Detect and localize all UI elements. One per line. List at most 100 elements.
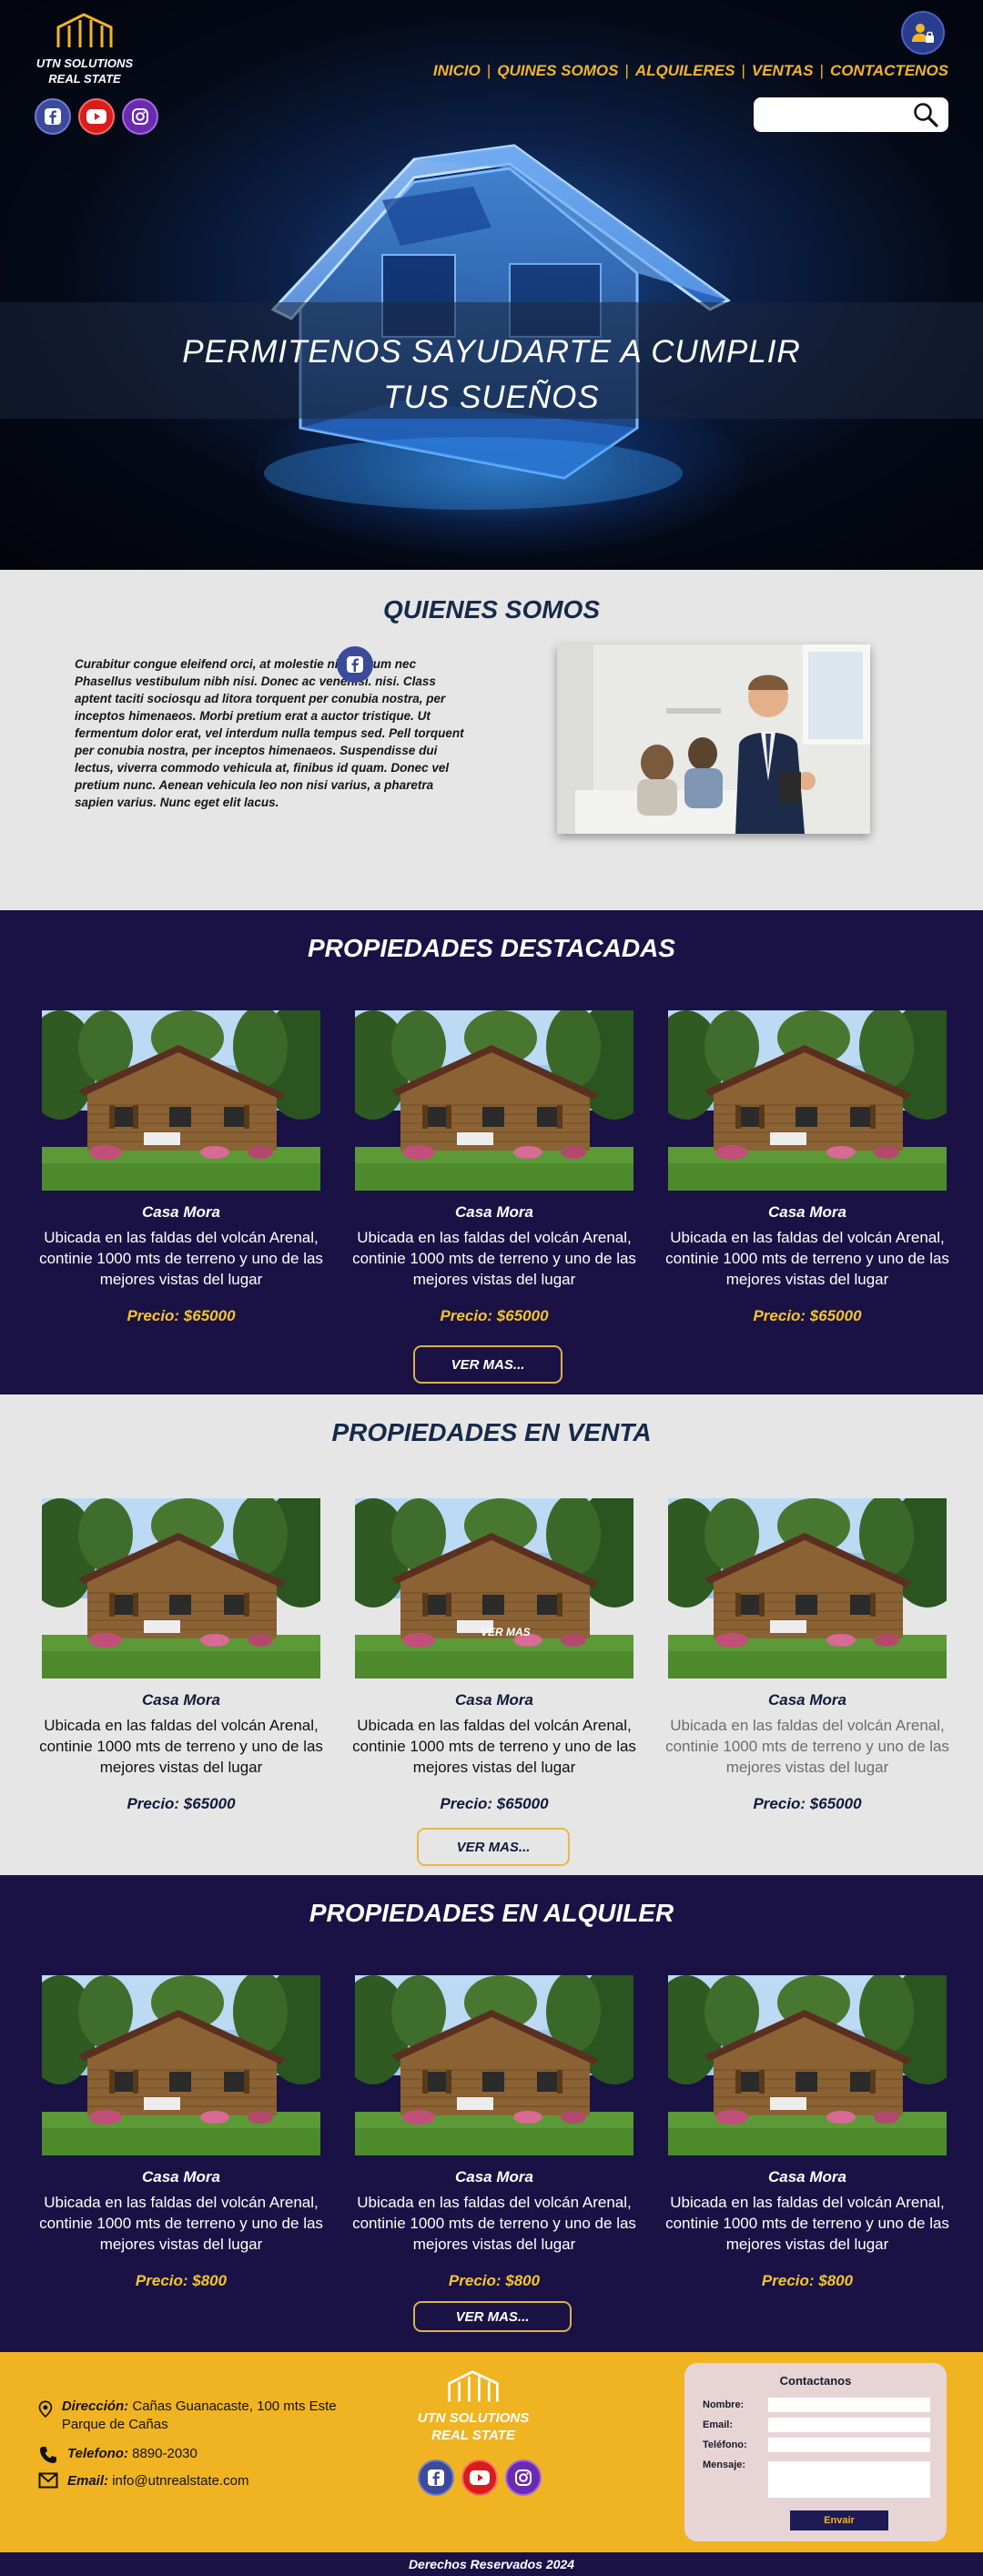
phone-label: Telefono: — [67, 2446, 128, 2461]
footer-email: Email: info@utnrealstate.com — [38, 2472, 249, 2490]
instagram-icon[interactable] — [505, 2459, 542, 2496]
contact-form-title: Contactanos — [779, 2374, 852, 2388]
nav-inicio[interactable]: INICIO — [433, 62, 481, 80]
search-box — [754, 97, 948, 132]
property-description: Ubicada en las faldas del volcán Arenal,… — [39, 1717, 323, 1776]
email-value[interactable]: info@utnrealstate.com — [112, 2473, 248, 2489]
property-price: Precio: $65000 — [440, 1795, 549, 1812]
property-description: Ubicada en las faldas del volcán Arenal,… — [352, 2194, 636, 2253]
footer-phone: Telefono: 8890-2030 — [38, 2445, 198, 2465]
header-social-links — [35, 98, 158, 135]
hero-headline-line1: PERMITENOS SAYUDARTE A CUMPLIR — [182, 334, 801, 370]
email-label: Email: — [67, 2473, 109, 2489]
nav-ventas[interactable]: VENTAS — [752, 62, 814, 80]
nav-separator: | — [624, 62, 629, 79]
property-name: Casa Mora — [142, 1691, 220, 1709]
property-description: Ubicada en las faldas del volcán Arenal,… — [665, 1717, 949, 1776]
property-description: Ubicada en las faldas del volcán Arenal,… — [352, 1229, 636, 1288]
submit-button[interactable]: Envair — [790, 2510, 888, 2530]
property-image[interactable] — [355, 1498, 633, 1678]
phone-icon — [40, 2447, 56, 2463]
nav-quienes-somos[interactable]: QUINES SOMOS — [497, 62, 618, 80]
property-price: Precio: $65000 — [753, 1307, 862, 1324]
property-description: Ubicada en las faldas del volcán Arenal,… — [665, 1229, 949, 1288]
property-price: Precio: $800 — [448, 2272, 541, 2289]
mail-icon — [38, 2472, 58, 2489]
property-price: Precio: $65000 — [753, 1795, 862, 1812]
nav-separator: | — [741, 62, 745, 79]
nav-separator: | — [486, 62, 492, 79]
property-image[interactable] — [668, 1975, 947, 2155]
building-logo-icon — [448, 2370, 499, 2402]
hero-section: UTN SOLUTIONS REAL STATE INICIO | QUINES… — [0, 0, 983, 570]
address-label: Dirección: — [61, 2399, 129, 2414]
nav-contactenos[interactable]: CONTACTENOS — [830, 62, 948, 80]
sale-title: PROPIEDADES EN VENTA — [331, 1418, 652, 1446]
property-price: Precio: $65000 — [440, 1307, 549, 1324]
property-description: Ubicada en las faldas del volcán Arenal,… — [665, 2194, 949, 2253]
search-icon[interactable] — [912, 101, 939, 128]
about-title: QUIENES SOMOS — [382, 595, 601, 624]
name-field[interactable] — [768, 2398, 930, 2412]
property-image[interactable] — [668, 1498, 947, 1678]
property-image[interactable] — [42, 1498, 320, 1678]
footer: Dirección: Cañas Guanacaste, 100 mts Est… — [0, 2352, 983, 2576]
property-name: Casa Mora — [768, 2168, 846, 2186]
property-image[interactable] — [355, 1010, 633, 1191]
floating-facebook-icon[interactable] — [337, 646, 373, 683]
logo-line1: UTN SOLUTIONS — [35, 56, 134, 70]
main-nav: INICIO | QUINES SOMOS | ALQUILERES | VEN… — [433, 62, 948, 80]
user-lock-icon — [912, 24, 934, 43]
property-price: Precio: $800 — [761, 2272, 854, 2289]
logo-line2: REAL STATE — [48, 72, 121, 86]
instagram-icon[interactable] — [122, 98, 158, 135]
property-image[interactable] — [42, 1010, 320, 1191]
contact-form: Contactanos Nombre: Email: Teléfono: Men… — [684, 2363, 947, 2541]
rent-title: PROPIEDADES EN ALQUILER — [309, 1899, 674, 1927]
email-field[interactable] — [768, 2418, 930, 2432]
footer-logo-line1: UTN SOLUTIONS — [417, 2410, 530, 2426]
sale-section: PROPIEDADES EN VENTA Casa Mora Ubicada e… — [0, 1394, 983, 1875]
hero-house-image — [264, 144, 731, 510]
footer-logo[interactable]: UTN SOLUTIONS REAL STATE — [400, 2368, 546, 2444]
about-paragraph: Curabitur congue eleifend orci, at moles… — [75, 657, 464, 809]
nav-alquileres[interactable]: ALQUILERES — [635, 62, 735, 80]
property-description: Ubicada en las faldas del volcán Arenal,… — [39, 2194, 323, 2253]
location-pin-icon — [38, 2400, 53, 2419]
message-field[interactable] — [768, 2461, 930, 2498]
footer-social-links — [418, 2459, 542, 2496]
ver-mas-button[interactable]: VER MAS... — [413, 2301, 572, 2332]
footer-logo-line2: REAL STATE — [431, 2428, 515, 2443]
property-name: Casa Mora — [455, 1203, 533, 1221]
property-image[interactable] — [355, 1975, 633, 2155]
property-image[interactable] — [42, 1975, 320, 2155]
ver-mas-button[interactable]: VER MAS... — [417, 1828, 570, 1866]
phone-field[interactable] — [768, 2438, 930, 2452]
phone-value[interactable]: 8890-2030 — [132, 2446, 198, 2461]
search-input[interactable] — [763, 103, 899, 127]
message-label: Mensaje: — [703, 2459, 746, 2470]
building-logo-icon — [53, 11, 117, 51]
ver-mas-button[interactable]: VER MAS... — [413, 1345, 562, 1384]
site-logo[interactable]: UTN SOLUTIONS REAL STATE — [25, 11, 144, 86]
nav-separator: | — [819, 62, 824, 79]
property-name: Casa Mora — [142, 1203, 220, 1221]
youtube-icon[interactable] — [461, 2459, 498, 2496]
youtube-icon[interactable] — [78, 98, 115, 135]
property-name: Casa Mora — [768, 1691, 846, 1709]
phone-label: Teléfono: — [703, 2439, 747, 2450]
property-name: Casa Mora — [455, 2168, 533, 2186]
featured-section: PROPIEDADES DESTACADAS Casa Mora Ubicada… — [0, 910, 983, 1394]
team-photo — [557, 644, 870, 834]
property-name: Casa Mora — [768, 1203, 846, 1221]
property-price: Precio: $65000 — [127, 1795, 236, 1812]
property-price: Precio: $800 — [135, 2272, 228, 2289]
about-section: QUIENES SOMOS Curabitur congue eleifend … — [0, 570, 983, 910]
user-account-button[interactable] — [901, 11, 945, 55]
facebook-icon[interactable] — [418, 2459, 454, 2496]
property-description: Ubicada en las faldas del volcán Arenal,… — [352, 1717, 636, 1776]
property-image[interactable] — [668, 1010, 947, 1191]
facebook-icon[interactable] — [35, 98, 71, 135]
rent-section: PROPIEDADES EN ALQUILER Casa Mora Ubicad… — [0, 1875, 983, 2352]
featured-title: PROPIEDADES DESTACADAS — [308, 934, 675, 962]
